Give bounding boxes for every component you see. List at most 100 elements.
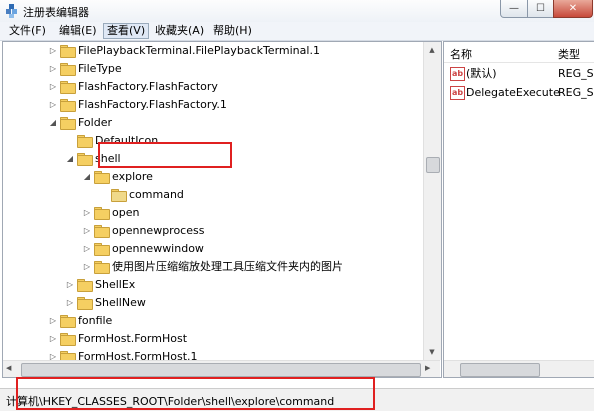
tree-node[interactable]: ▷ FileType [3, 60, 421, 78]
tree-node-label: opennewprocess [112, 224, 205, 237]
menu-help[interactable]: 帮助(H) [210, 24, 255, 38]
tree-node[interactable]: command [3, 186, 421, 204]
tree-node[interactable]: ▷ FilePlaybackTerminal.FilePlaybackTermin… [3, 42, 421, 60]
maximize-button[interactable]: ☐ [527, 0, 554, 18]
minimize-icon: — [509, 3, 519, 14]
collapsed-arrow-icon[interactable]: ▷ [48, 96, 58, 114]
regedit-app-icon [6, 4, 17, 18]
folder-icon [94, 261, 110, 274]
value-name: DelegateExecute [466, 86, 560, 99]
tree-node-label: 使用图片压缩缩放处理工具压缩文件夹内的图片 [112, 260, 343, 273]
value-row[interactable]: ab DelegateExecute REG_S [444, 83, 594, 102]
registry-values-pane[interactable]: 名称 类型 ab (默认) REG_S ab DelegateExecute R… [443, 41, 594, 378]
tree-node[interactable]: ▷ 使用图片压缩缩放处理工具压缩文件夹内的图片 [3, 258, 421, 276]
collapsed-arrow-icon[interactable]: ▷ [48, 78, 58, 96]
close-button[interactable]: ✕ [553, 0, 593, 18]
expanded-arrow-icon[interactable]: ◢ [82, 168, 92, 186]
tree-node-label: FileType [78, 62, 122, 75]
tree-node[interactable]: ▷ open [3, 204, 421, 222]
folder-icon [60, 315, 76, 328]
window-title: 注册表编辑器 [23, 6, 89, 19]
tree-node-label: FormHost.FormHost [78, 332, 188, 345]
column-header-name[interactable]: 名称 [450, 46, 472, 62]
folder-icon [60, 45, 76, 58]
collapsed-arrow-icon[interactable]: ▷ [48, 60, 58, 78]
menu-bar: 文件(F) 编辑(E) 查看(V) 收藏夹(A) 帮助(H) [0, 22, 594, 41]
folder-icon [60, 99, 76, 112]
tree-node[interactable]: ▷ opennewprocess [3, 222, 421, 240]
values-horizontal-scrollbar[interactable] [444, 360, 594, 377]
scroll-up-arrow-icon[interactable]: ▲ [426, 44, 438, 56]
status-path-highlight-box [16, 377, 375, 410]
collapsed-arrow-icon[interactable]: ▷ [48, 312, 58, 330]
collapsed-arrow-icon[interactable]: ▷ [82, 204, 92, 222]
tree-horizontal-scroll-thumb[interactable] [21, 363, 421, 377]
tree-node[interactable]: ◢ explore [3, 168, 421, 186]
collapsed-arrow-icon[interactable]: ▷ [82, 222, 92, 240]
registry-tree-pane[interactable]: ▷ FilePlaybackTerminal.FilePlaybackTermin… [2, 41, 442, 378]
value-type: REG_S [558, 86, 594, 99]
value-name: (默认) [466, 67, 497, 80]
expanded-arrow-icon[interactable]: ◢ [48, 114, 58, 132]
tree-node[interactable]: ▷ ShellNew [3, 294, 421, 312]
tree-node-label: opennewwindow [112, 242, 204, 255]
tree-node[interactable]: ▷ fonfile [3, 312, 421, 330]
folder-icon [111, 189, 127, 202]
scroll-left-arrow-icon[interactable]: ◀ [6, 364, 11, 372]
folder-icon [60, 117, 76, 130]
expanded-arrow-icon[interactable]: ◢ [65, 150, 75, 168]
collapsed-arrow-icon[interactable]: ▷ [48, 330, 58, 348]
tree-horizontal-scrollbar[interactable]: ◀ ▶ [3, 360, 440, 377]
folder-icon [60, 333, 76, 346]
folder-icon [77, 153, 93, 166]
collapsed-arrow-icon[interactable]: ▷ [65, 294, 75, 312]
tree-node-label: FilePlaybackTerminal.FilePlaybackTermina… [78, 44, 320, 57]
command-highlight-box [98, 142, 232, 168]
value-type: REG_S [558, 67, 594, 80]
folder-icon [94, 225, 110, 238]
menu-view[interactable]: 查看(V) [103, 23, 150, 39]
maximize-icon: ☐ [536, 3, 545, 14]
tree-vertical-scrollbar[interactable]: ▲ ▼ [423, 42, 441, 360]
folder-icon [77, 279, 93, 292]
values-header: 名称 类型 [444, 42, 594, 63]
collapsed-arrow-icon[interactable]: ▷ [82, 240, 92, 258]
collapsed-arrow-icon[interactable]: ▷ [65, 276, 75, 294]
tree-vertical-scroll-thumb[interactable] [426, 157, 440, 173]
folder-icon [94, 207, 110, 220]
tree-node[interactable]: ▷ FormHost.FormHost [3, 330, 421, 348]
tree-node-label: ShellNew [95, 296, 146, 309]
scroll-down-arrow-icon[interactable]: ▼ [426, 346, 438, 358]
folder-icon [94, 171, 110, 184]
tree-node-label: open [112, 206, 140, 219]
folder-icon [60, 63, 76, 76]
tree-node-label: explore [112, 170, 153, 183]
collapsed-arrow-icon[interactable]: ▷ [48, 42, 58, 60]
tree-node-label: FlashFactory.FlashFactory.1 [78, 98, 227, 111]
string-value-icon: ab [450, 67, 465, 81]
tree-node[interactable]: ▷ FlashFactory.FlashFactory.1 [3, 96, 421, 114]
tree-node[interactable]: ▷ opennewwindow [3, 240, 421, 258]
tree-node-label: command [129, 188, 184, 201]
tree-node[interactable]: ▷ FlashFactory.FlashFactory [3, 78, 421, 96]
menu-edit[interactable]: 编辑(E) [56, 24, 100, 38]
folder-icon [77, 297, 93, 310]
minimize-button[interactable]: — [500, 0, 528, 18]
tree-node-label: fonfile [78, 314, 113, 327]
tree-node[interactable]: ▷ ShellEx [3, 276, 421, 294]
column-header-type[interactable]: 类型 [558, 46, 580, 62]
value-row[interactable]: ab (默认) REG_S [444, 64, 594, 83]
tree-node-label: FlashFactory.FlashFactory [78, 80, 218, 93]
collapsed-arrow-icon[interactable]: ▷ [82, 258, 92, 276]
folder-icon [77, 135, 93, 148]
tree-node[interactable]: ◢ Folder [3, 114, 421, 132]
scroll-right-arrow-icon[interactable]: ▶ [425, 364, 430, 372]
tree-node-label: ShellEx [95, 278, 136, 291]
title-bar: 注册表编辑器 — ☐ ✕ [0, 0, 594, 22]
menu-favorites[interactable]: 收藏夹(A) [152, 24, 207, 38]
tree-node-label: Folder [78, 116, 112, 129]
close-icon: ✕ [568, 3, 578, 14]
menu-file[interactable]: 文件(F) [6, 24, 49, 38]
values-horizontal-scroll-thumb[interactable] [460, 363, 540, 377]
string-value-icon: ab [450, 86, 465, 100]
